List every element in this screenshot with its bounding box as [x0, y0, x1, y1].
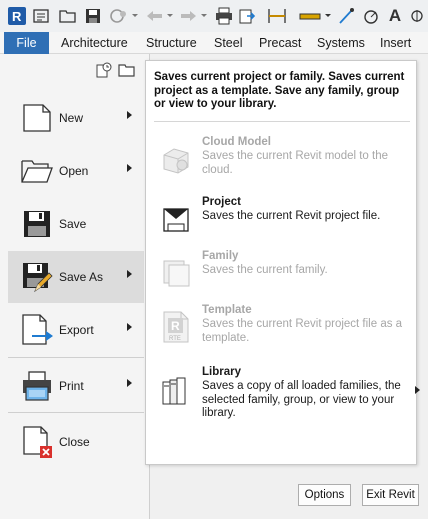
- dimension-icon[interactable]: [298, 6, 332, 26]
- tab-systems[interactable]: Systems: [317, 32, 365, 54]
- family-icon: [160, 256, 192, 290]
- submenu-item-title: Project: [202, 196, 241, 208]
- close-file-icon: [20, 425, 54, 459]
- submenu-item-family[interactable]: Family Saves the current family.: [156, 250, 414, 302]
- submenu-arrow-icon: [415, 386, 420, 394]
- exit-revit-button[interactable]: Exit Revit: [362, 484, 419, 506]
- library-icon: [160, 374, 192, 408]
- sync-icon[interactable]: [108, 6, 138, 26]
- submenu-item-library[interactable]: Library Saves a copy of all loaded famil…: [156, 366, 420, 428]
- radius-icon[interactable]: [362, 6, 380, 26]
- open-icon[interactable]: [58, 6, 78, 26]
- submenu-arrow-icon: [127, 323, 132, 331]
- text-icon[interactable]: A: [386, 6, 404, 26]
- menu-item-print[interactable]: Print: [8, 360, 144, 412]
- menu-item-close[interactable]: Close: [8, 416, 144, 468]
- submenu-arrow-icon: [127, 270, 132, 278]
- submenu-item-cloud-model[interactable]: Cloud Model Saves the current Revit mode…: [156, 136, 414, 188]
- tab-file[interactable]: File: [4, 32, 49, 54]
- template-badge-letter: R: [171, 319, 180, 333]
- submenu-arrow-icon: [127, 164, 132, 172]
- new-file-icon: [20, 101, 54, 135]
- submenu-arrow-icon: [127, 111, 132, 119]
- submenu-item-template[interactable]: R RTE Template Saves the current Revit pr…: [156, 304, 414, 356]
- tab-architecture[interactable]: Architecture: [61, 32, 128, 54]
- menu-item-label: Save As: [59, 270, 104, 284]
- floppy-icon: [20, 207, 54, 241]
- menu-item-label: Save: [59, 217, 87, 231]
- menu-item-label: New: [59, 111, 84, 125]
- submenu-arrow-icon: [127, 379, 132, 387]
- template-badge-ext: RTE: [169, 336, 181, 342]
- menu-item-open[interactable]: Open: [8, 145, 144, 197]
- submenu-divider: [154, 121, 410, 122]
- tab-precast[interactable]: Precast: [259, 32, 301, 54]
- menu-divider: [8, 412, 144, 413]
- submenu-item-title: Library: [202, 366, 241, 378]
- submenu-item-desc: Saves the current Revit model to the clo…: [202, 150, 389, 176]
- save-as-icon: [20, 260, 54, 294]
- submenu-item-title: Family: [202, 250, 239, 262]
- submenu-item-desc: Saves the current family.: [202, 264, 328, 276]
- info-center-icon[interactable]: [32, 6, 50, 26]
- recent-documents-toolbar: [96, 62, 136, 83]
- quick-access-toolbar: R A: [0, 0, 428, 32]
- menu-item-label: Print: [59, 379, 84, 393]
- submenu-item-desc: Saves the current Revit project file.: [202, 210, 381, 222]
- redo-icon[interactable]: [178, 6, 208, 26]
- menu-item-label: Open: [59, 164, 89, 178]
- open-documents-icon[interactable]: [118, 62, 136, 83]
- menu-item-new[interactable]: New: [8, 92, 144, 144]
- export-arrow-icon: [20, 313, 54, 347]
- tab-insert[interactable]: Insert: [380, 32, 411, 54]
- revit-logo-letter: R: [12, 9, 22, 24]
- export-icon[interactable]: [238, 6, 258, 26]
- menu-divider: [8, 357, 144, 358]
- submenu-item-desc: Saves a copy of all loaded families, the…: [202, 380, 401, 419]
- more-icon[interactable]: [410, 6, 426, 26]
- submenu-item-title: Cloud Model: [202, 136, 271, 148]
- options-button[interactable]: Options: [298, 484, 351, 506]
- tag-icon[interactable]: [338, 6, 356, 26]
- undo-icon[interactable]: [144, 6, 174, 26]
- save-icon[interactable]: [84, 6, 102, 26]
- menu-item-label: Close: [59, 435, 90, 449]
- tab-structure[interactable]: Structure: [146, 32, 197, 54]
- revit-logo-icon[interactable]: R: [7, 6, 27, 26]
- cloud-model-icon: [160, 142, 192, 176]
- print-icon[interactable]: [214, 6, 234, 26]
- printer-icon: [20, 369, 54, 403]
- tab-steel[interactable]: Steel: [214, 32, 243, 54]
- menu-item-save-as[interactable]: Save As: [8, 251, 144, 303]
- save-as-submenu: Saves current project or family. Saves c…: [145, 60, 420, 465]
- submenu-description: Saves current project or family. Saves c…: [154, 71, 405, 110]
- project-icon: [160, 202, 192, 236]
- submenu-item-desc: Saves the current Revit project file as …: [202, 318, 403, 344]
- submenu-item-project[interactable]: Project Saves the current Revit project …: [156, 196, 414, 248]
- menu-item-label: Export: [59, 323, 94, 337]
- measure-icon[interactable]: [266, 6, 288, 26]
- menu-item-export[interactable]: Export: [8, 304, 144, 356]
- recent-documents-icon[interactable]: [96, 62, 112, 83]
- open-folder-icon: [20, 154, 54, 188]
- submenu-item-title: Template: [202, 304, 252, 316]
- template-icon: R RTE: [160, 310, 192, 344]
- menu-item-save[interactable]: Save: [8, 198, 144, 250]
- ribbon-tab-bar: File Architecture Structure Steel Precas…: [0, 32, 428, 54]
